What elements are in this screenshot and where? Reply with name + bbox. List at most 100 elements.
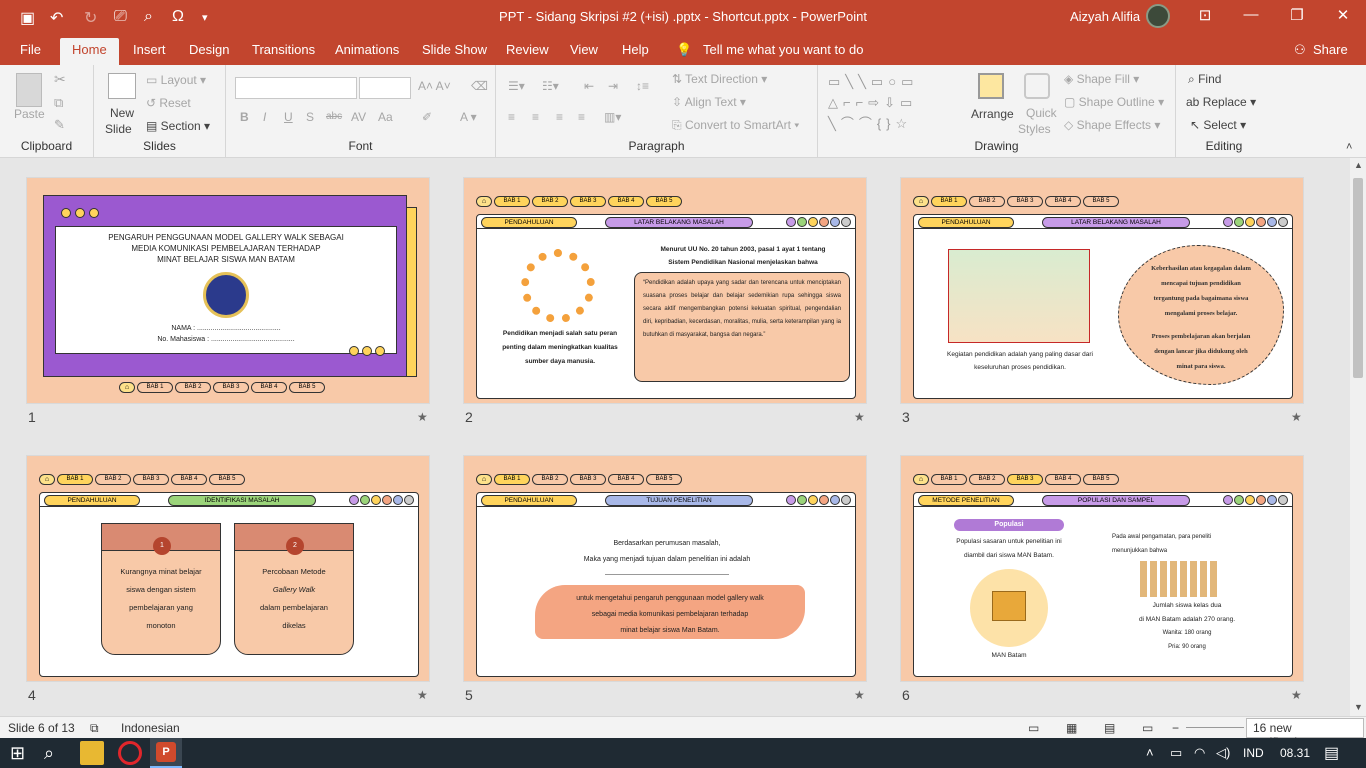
bab-4[interactable]: BAB 4 [608,196,644,207]
home-icon[interactable]: ⌂ [39,474,55,485]
bab-5[interactable]: BAB 5 [646,196,682,207]
shape-effects-button[interactable]: ◇ Shape Effects ▾ [1064,118,1160,132]
bab-2[interactable]: BAB 2 [969,474,1005,485]
transition-star-icon[interactable]: ★ [417,410,428,424]
format-painter-icon[interactable]: ✎ [54,117,65,133]
section-button[interactable]: ▤ Section ▾ [146,119,210,133]
replace-button[interactable]: ab Replace ▾ [1186,95,1256,109]
align-left-icon[interactable]: ≡ [508,110,515,124]
increase-indent-icon[interactable]: ⇥ [608,79,618,93]
bab-4[interactable]: BAB 4 [171,474,207,485]
cut-icon[interactable]: ✂ [54,71,66,88]
bold-icon[interactable]: B [240,110,249,124]
bab-5[interactable]: BAB 5 [1083,474,1119,485]
tab-home[interactable]: Home [60,38,119,65]
columns-icon[interactable]: ▥▾ [604,110,621,124]
transition-star-icon[interactable]: ★ [1291,688,1302,702]
opera-browser-icon[interactable] [118,741,142,765]
bab-2[interactable]: BAB 2 [532,196,568,207]
slide-thumbnail-3[interactable]: ⌂ BAB 1 BAB 2 BAB 3 BAB 4 BAB 5 PENDAHUL… [900,177,1304,404]
align-right-icon[interactable]: ≡ [556,110,563,124]
highlight-icon[interactable]: ✐ [422,110,432,124]
bab-3[interactable]: BAB 3 [1007,474,1043,485]
change-case-icon[interactable]: Aa [378,110,393,124]
zoom-out-icon[interactable]: − [1172,721,1179,735]
bab-3[interactable]: BAB 3 [1007,196,1043,207]
numbering-icon[interactable]: ☷▾ [542,79,559,93]
text-direction-button[interactable]: ⇅ Text Direction ▾ [672,72,767,86]
new-slide-button-line2[interactable]: Slide [105,122,132,136]
bab-3[interactable]: BAB 3 [570,474,606,485]
user-name[interactable]: Aizyah Alifia [1070,9,1140,24]
zoom-slider[interactable] [1186,727,1244,728]
bab-1[interactable]: BAB 1 [494,196,530,207]
windows-start-icon[interactable]: ⊞ [10,741,34,765]
close-icon[interactable]: ✕ [1328,6,1358,24]
search-icon[interactable]: ⌕ [44,741,68,765]
shape-outline-button[interactable]: ▢ Shape Outline ▾ [1064,95,1164,109]
tab-transitions[interactable]: Transitions [252,42,315,57]
slide-show-view-icon[interactable]: ▭ [1142,721,1153,735]
font-family-combo[interactable] [235,77,357,99]
bab-3[interactable]: BAB 3 [213,382,249,393]
tell-me-input[interactable]: Tell me what you want to do [703,42,863,57]
bab-2[interactable]: BAB 2 [532,474,568,485]
slide-thumbnail-4[interactable]: ⌂ BAB 1 BAB 2 BAB 3 BAB 4 BAB 5 PENDAHUL… [26,455,430,682]
collapse-ribbon-icon[interactable]: ˄ [1346,141,1352,153]
grow-font-icon[interactable]: A˄ A˅ [418,79,451,93]
action-center-icon[interactable]: ▤ [1324,743,1339,763]
bab-5[interactable]: BAB 5 [289,382,325,393]
scroll-up-icon[interactable]: ▲ [1354,160,1363,170]
home-icon[interactable]: ⌂ [913,196,929,207]
reading-view-icon[interactable]: ▤ [1104,721,1115,735]
battery-icon[interactable]: ▭ [1170,745,1182,761]
minimize-icon[interactable]: — [1236,6,1266,23]
find-button[interactable]: ⌕ Find [1188,72,1221,87]
reset-button[interactable]: ↺ Reset [146,96,191,110]
underline-icon[interactable]: U [284,110,293,124]
scroll-thumb[interactable] [1353,178,1363,378]
align-text-button[interactable]: ⇳ Align Text ▾ [672,95,746,109]
bab-1[interactable]: BAB 1 [931,474,967,485]
paste-button[interactable]: Paste [14,107,45,121]
bab-4[interactable]: BAB 4 [251,382,287,393]
char-spacing-icon[interactable]: AV [351,110,366,124]
slide-thumbnail-5[interactable]: ⌂ BAB 1 BAB 2 BAB 3 BAB 4 BAB 5 PENDAHUL… [463,455,867,682]
font-size-combo[interactable] [359,77,411,99]
bab-3[interactable]: BAB 3 [133,474,169,485]
tab-animations[interactable]: Animations [335,42,399,57]
volume-icon[interactable]: ◁) [1216,745,1230,761]
clear-format-icon[interactable]: ⌫ [471,79,488,93]
bab-2[interactable]: BAB 2 [969,196,1005,207]
bab-4[interactable]: BAB 4 [608,474,644,485]
strikethrough-icon[interactable]: abc [326,111,342,122]
bullets-icon[interactable]: ☰▾ [508,79,525,93]
input-language[interactable]: IND [1243,746,1264,760]
bab-1[interactable]: BAB 1 [931,196,967,207]
new-slide-button[interactable]: New [110,106,134,120]
tab-slide-show[interactable]: Slide Show [422,42,487,57]
ribbon-display-icon[interactable]: ⊡ [1190,6,1220,24]
slide-sorter-view-icon[interactable]: ▦ [1066,721,1077,735]
line-spacing-icon[interactable]: ↕≡ [636,79,649,93]
font-color-icon[interactable]: A ▾ [460,110,477,124]
bab-5[interactable]: BAB 5 [646,474,682,485]
select-button[interactable]: ↖ Select ▾ [1190,118,1246,132]
tab-view[interactable]: View [570,42,598,57]
bab-5[interactable]: BAB 5 [209,474,245,485]
bab-1[interactable]: BAB 1 [494,474,530,485]
vertical-scrollbar[interactable]: ▲ ▼ [1350,158,1366,716]
decrease-indent-icon[interactable]: ⇤ [584,79,594,93]
home-icon[interactable]: ⌂ [476,474,492,485]
home-icon[interactable]: ⌂ [119,382,135,393]
bab-1[interactable]: BAB 1 [137,382,173,393]
tab-design[interactable]: Design [189,42,229,57]
restore-icon[interactable]: ❐ [1282,6,1312,24]
powerpoint-taskbar-button[interactable]: P [150,738,182,768]
slide-thumbnail-1[interactable]: PENGARUH PENGGUNAAN MODEL GALLERY WALK S… [26,177,430,404]
convert-smartart-button[interactable]: ⎘ Convert to SmartArt ▾ [672,118,799,133]
bab-1[interactable]: BAB 1 [57,474,93,485]
shapes-gallery[interactable]: ▭╲╲▭○▭ △⌐⌐⇨⇩▭ ╲⌒⌒{}☆ [828,71,956,133]
slide-thumbnail-2[interactable]: ⌂ BAB 1 BAB 2 BAB 3 BAB 4 BAB 5 PENDAHUL… [463,177,867,404]
bab-2[interactable]: BAB 2 [175,382,211,393]
